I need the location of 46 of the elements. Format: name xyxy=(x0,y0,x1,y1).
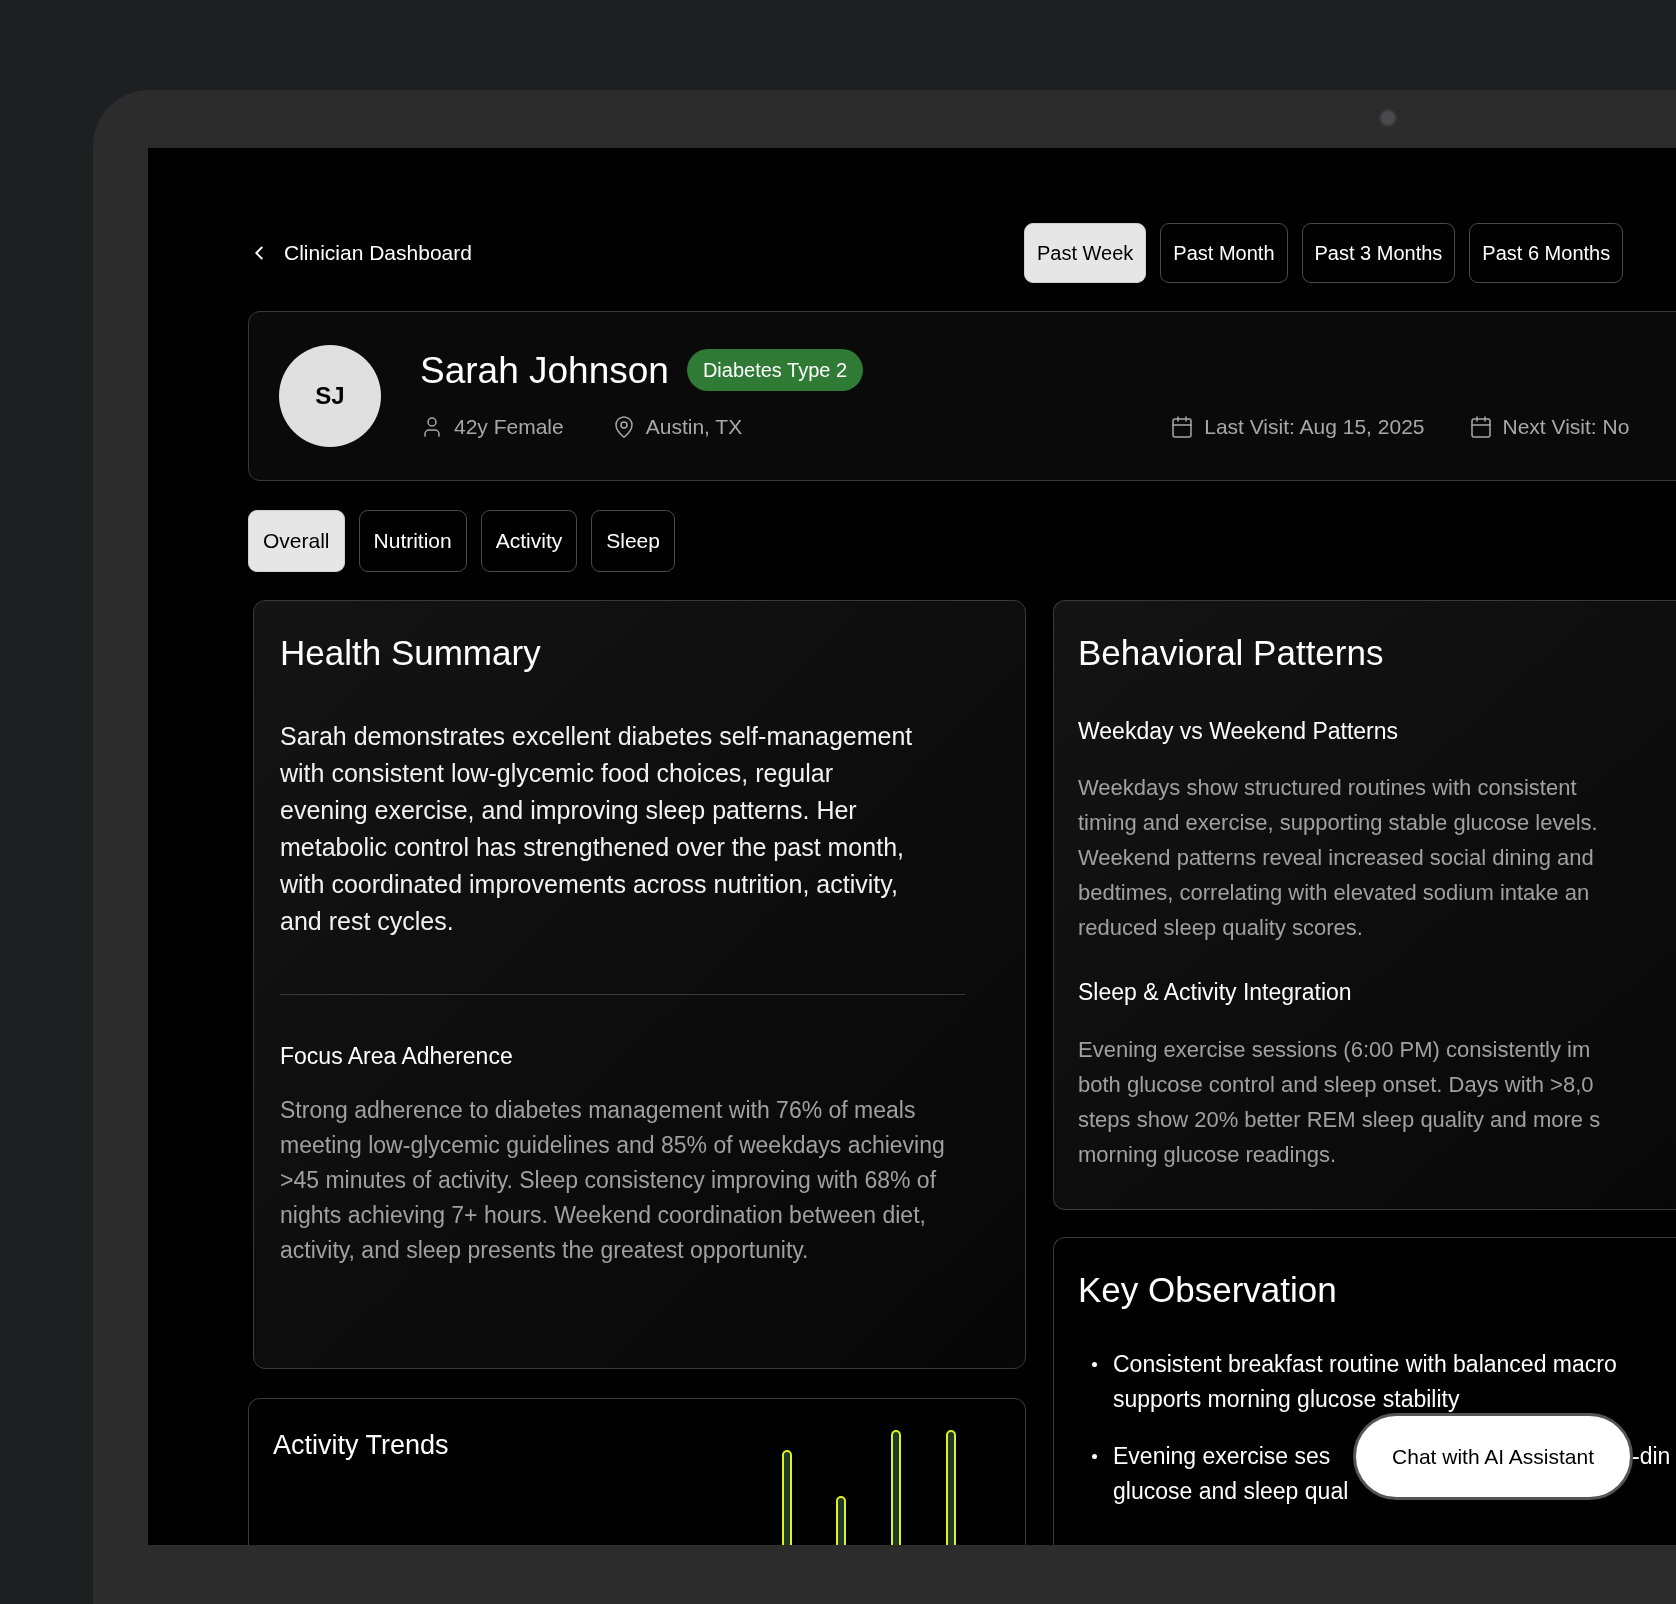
card-title: Key Observation xyxy=(1078,1269,1338,1311)
category-tab[interactable]: Nutrition xyxy=(358,510,467,572)
time-range-tab[interactable]: Past 3 Months xyxy=(1301,223,1456,283)
pattern-text-line: timing and exercise, supporting stable glucose levels. xyxy=(1078,809,1598,837)
section-heading: Weekday vs Weekend Patterns xyxy=(1078,716,1400,746)
visit-date: Next Visit: No xyxy=(1502,414,1630,441)
pattern-text-line: morning glucose readings. xyxy=(1078,1140,1337,1169)
pattern-text-line: steps show 20% better REM sleep quality and more s xyxy=(1078,1105,1601,1134)
summary-paragraph: Sarah demonstrates excellent diabetes self-management with consistent low-glycemic food choices, regular evening exercise, and improving sleep patterns. Her metabolic control has strengthened over the past month, with coordinated improvements across nutrition, activity, and rest cycles. xyxy=(280,720,914,937)
category-tab[interactable]: Sleep xyxy=(591,510,675,572)
chat-assistant-button[interactable]: Chat with AI Assistant xyxy=(1353,1413,1633,1500)
pattern-text-line: Evening exercise sessions (6:00 PM) consistently im xyxy=(1078,1035,1591,1064)
pattern-text-line: reduced sleep quality scores. xyxy=(1078,914,1363,942)
patient-detail: Austin, TX xyxy=(645,414,743,441)
camera-icon xyxy=(1379,109,1397,127)
category-tab[interactable]: Activity xyxy=(480,510,578,572)
card-title: Activity Trends xyxy=(273,1429,450,1462)
observation-text-line: glucose and sleep qual xyxy=(1113,1476,1349,1506)
observation-text-line: supports morning glucose stability xyxy=(1113,1384,1460,1414)
observation-text-line: -din xyxy=(1632,1441,1671,1471)
patient-name: Sarah Johnson xyxy=(420,351,669,389)
bullet-icon xyxy=(1092,1453,1097,1459)
adherence-paragraph: Strong adherence to diabetes management with 76% of meals meeting low-glycemic guidelines and 85% of weekdays achieving >45 minutes of activity. Sleep consistency improving with 68% of nights achieving 7+ hours. Weekend coordination between diet, activity, and sleep presents the greatest opportunity. xyxy=(280,1096,946,1265)
time-range-tab[interactable]: Past Week xyxy=(1024,223,1147,283)
card-title: Behavioral Patterns xyxy=(1078,632,1385,674)
section-heading: Sleep & Activity Integration xyxy=(1078,978,1353,1007)
pattern-text-line: Weekdays show structured routines with consistent xyxy=(1078,774,1577,802)
visit-date: Last Visit: Aug 15, 2025 xyxy=(1204,414,1425,441)
calendar-icon xyxy=(1468,415,1493,439)
pattern-text-line: both glucose control and sleep onset. Days with >8,0 xyxy=(1078,1070,1594,1099)
observation-text-line: Consistent breakfast routine with balanced macro xyxy=(1113,1349,1617,1379)
section-heading: Focus Area Adherence xyxy=(280,1041,514,1071)
avatar: SJ xyxy=(279,345,381,447)
time-range-tab[interactable]: Past 6 Months xyxy=(1469,223,1624,283)
calendar-icon xyxy=(1170,415,1195,439)
patient-detail: 42y Female xyxy=(454,414,564,441)
observation-text-line: Evening exercise ses xyxy=(1113,1441,1331,1471)
category-tab[interactable]: Overall xyxy=(248,510,345,572)
pattern-text-line: Weekend patterns reveal increased social dining and xyxy=(1078,844,1594,872)
time-range-tab[interactable]: Past Month xyxy=(1160,223,1288,283)
card-title: Health Summary xyxy=(280,632,542,674)
condition-badge: Diabetes Type 2 xyxy=(686,349,864,392)
bullet-icon xyxy=(1092,1361,1097,1367)
activity-bar xyxy=(836,1496,846,1545)
back-link[interactable]: Clinician Dashboard xyxy=(248,237,1024,269)
pattern-text-line: bedtimes, correlating with elevated sodium intake an xyxy=(1078,879,1590,907)
